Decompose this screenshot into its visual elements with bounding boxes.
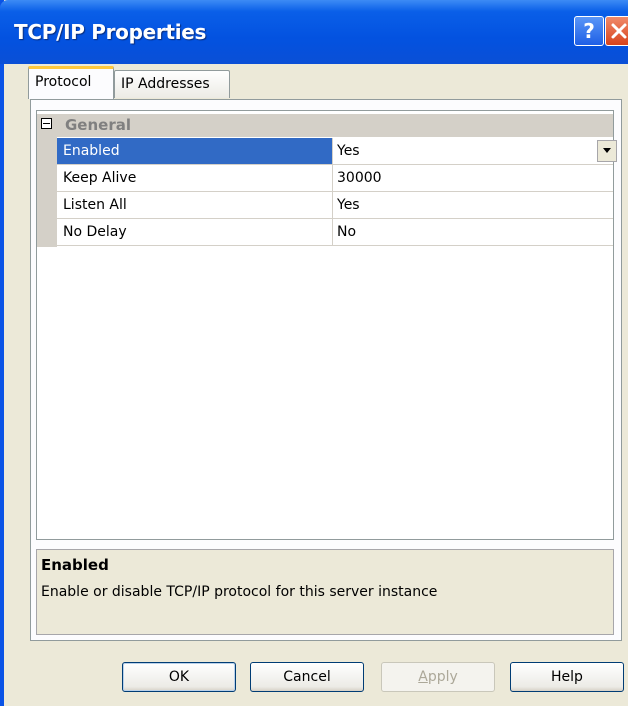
grid-gutter <box>37 137 57 247</box>
property-grid: General Enabled Yes Keep Alive 30000 Lis… <box>36 110 617 540</box>
apply-accelerator: A <box>418 669 428 685</box>
close-icon <box>611 23 626 39</box>
property-value[interactable]: Yes <box>337 138 360 164</box>
cancel-button-label: Cancel <box>283 669 331 685</box>
window-title: TCP/IP Properties <box>14 20 207 44</box>
property-row-keep-alive[interactable]: Keep Alive 30000 <box>57 165 613 192</box>
category-label: General <box>65 116 131 134</box>
property-row-enabled[interactable]: Enabled Yes <box>57 138 617 165</box>
value-dropdown-button[interactable] <box>597 140 617 162</box>
question-mark-icon: ? <box>583 20 595 42</box>
help-button-label: Help <box>551 669 583 685</box>
property-row-no-delay[interactable]: No Delay No <box>57 219 613 246</box>
property-name: Enabled <box>57 138 333 164</box>
apply-label-rest: pply <box>427 669 458 685</box>
property-name: No Delay <box>57 219 333 245</box>
cancel-button[interactable]: Cancel <box>250 662 364 692</box>
description-panel: Enabled Enable or disable TCP/IP protoco… <box>36 549 614 635</box>
property-value[interactable]: No <box>337 219 356 245</box>
tab-protocol[interactable]: Protocol <box>28 66 114 99</box>
tab-ip-addresses-label: IP Addresses <box>121 76 210 92</box>
svg-text:?: ? <box>583 20 595 42</box>
ok-button[interactable]: OK <box>122 662 236 692</box>
apply-button[interactable]: Apply <box>381 662 495 692</box>
ok-button-label: OK <box>168 669 190 685</box>
tab-ip-addresses[interactable]: IP Addresses <box>114 70 230 98</box>
collapse-toggle-icon[interactable] <box>41 118 52 129</box>
tab-protocol-label: Protocol <box>35 74 92 90</box>
property-name: Listen All <box>57 192 333 218</box>
category-row-general[interactable]: General <box>37 114 613 137</box>
property-value[interactable]: 30000 <box>337 165 382 191</box>
property-row-listen-all[interactable]: Listen All Yes <box>57 192 613 219</box>
description-title: Enabled <box>41 556 109 574</box>
title-bar: TCP/IP Properties ? <box>0 0 628 64</box>
chevron-down-icon <box>603 148 611 153</box>
help-button[interactable]: ? <box>574 16 604 46</box>
close-button[interactable] <box>605 16 628 46</box>
property-value[interactable]: Yes <box>337 192 360 218</box>
help-dialog-button[interactable]: Help <box>510 662 624 692</box>
apply-button-label: Apply <box>418 669 458 685</box>
property-name: Keep Alive <box>57 165 333 191</box>
description-text: Enable or disable TCP/IP protocol for th… <box>41 584 438 600</box>
